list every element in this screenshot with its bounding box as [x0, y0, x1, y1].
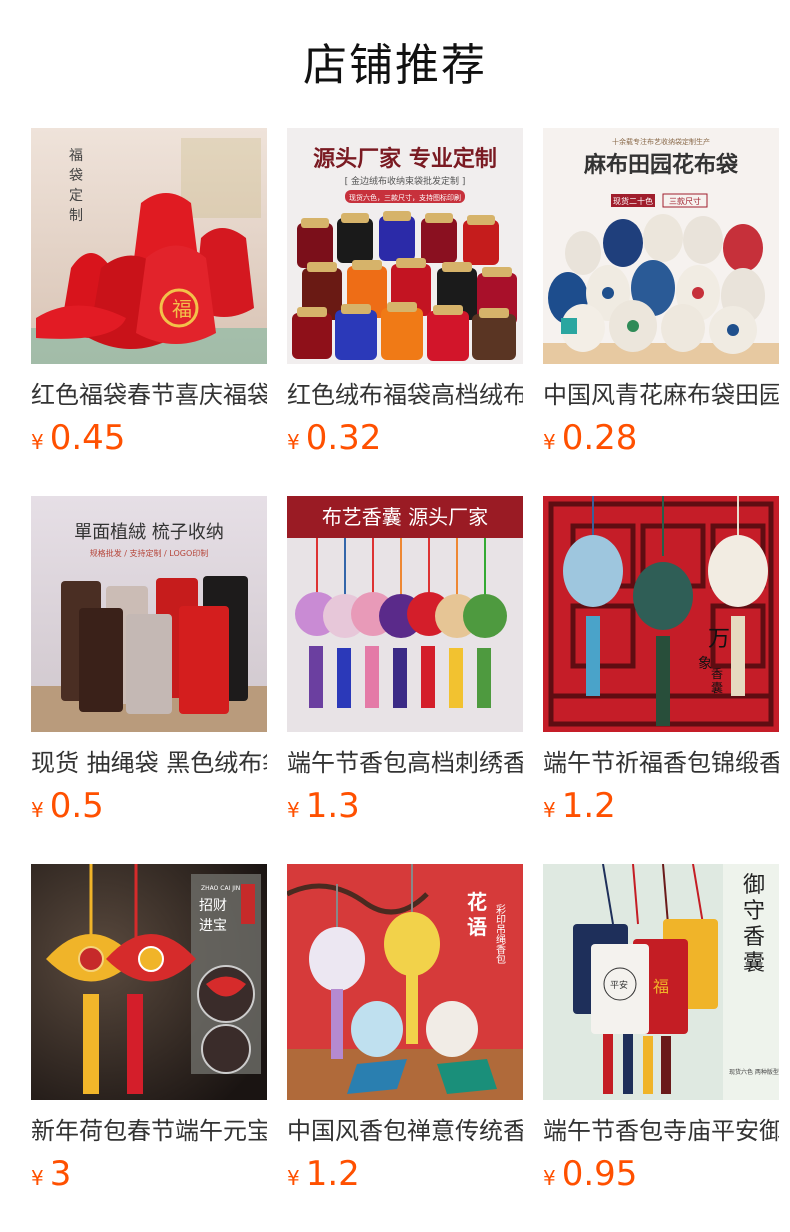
thumb-text: 福 — [172, 297, 192, 321]
thumb-text: 象 — [698, 656, 712, 672]
product-price: ¥1.3 — [287, 786, 523, 832]
thumb-text: 招财 — [199, 898, 227, 914]
product-name[interactable]: 中国风青花麻布袋田园风 — [543, 378, 779, 412]
price-value: 3 — [49, 1154, 72, 1194]
product-image[interactable]: 源头厂家 专业定制 [ 金边绒布收纳束袋批发定制 ] 现货六色，三款尺寸，支持图… — [287, 128, 523, 364]
product-image[interactable]: 十余载专注布艺收纳袋定制生产 麻布田园花布袋 现货二十色 三款尺寸 — [543, 128, 779, 364]
currency-symbol: ¥ — [287, 1166, 300, 1190]
thumb-text: 御 — [743, 873, 765, 898]
currency-symbol: ¥ — [287, 798, 300, 822]
product-card[interactable]: 平安 福 御 守 香 囊 现货六色 两种版型 端午节香包寺庙平安御守 ¥0.95 — [543, 864, 779, 1200]
thumb-text: [ 金边绒布收纳束袋批发定制 ] — [345, 175, 466, 187]
product-image[interactable]: 單面植絨 梳子收纳 规格批发 / 支持定制 / LOGO印制 — [31, 496, 267, 732]
thumb-text: 规格批发 / 支持定制 / LOGO印制 — [90, 548, 209, 558]
currency-symbol: ¥ — [31, 430, 44, 454]
product-name[interactable]: 新年荷包春节端午元宝香包 — [31, 1114, 267, 1148]
thumb-text: 十余载专注布艺收纳袋定制生产 — [612, 137, 710, 146]
product-name[interactable]: 端午节祈福香包锦缎香囊 — [543, 746, 779, 780]
thumb-text: 制 — [69, 208, 83, 224]
product-price: ¥1.2 — [287, 1154, 523, 1200]
price-value: 0.45 — [49, 418, 126, 458]
thumb-text: 袋 — [69, 168, 83, 184]
price-value: 1.3 — [305, 786, 360, 826]
currency-symbol: ¥ — [543, 1166, 556, 1190]
product-card[interactable]: 十余载专注布艺收纳袋定制生产 麻布田园花布袋 现货二十色 三款尺寸 中国风青花麻… — [543, 128, 779, 464]
product-price: ¥0.45 — [31, 418, 267, 464]
thumb-text: 花 — [467, 890, 487, 914]
product-price: ¥0.32 — [287, 418, 523, 464]
product-price: ¥0.5 — [31, 786, 267, 832]
product-card[interactable]: 万 象 香 囊 端午节祈福香包锦缎香囊 ¥1.2 — [543, 496, 779, 832]
thumb-text: 现货六色，三款尺寸，支持图标印刷 — [349, 193, 461, 202]
thumb-text: 囊 — [743, 951, 765, 976]
thumb-text: 定 — [69, 188, 83, 204]
thumb-text: 三款尺寸 — [669, 196, 701, 206]
currency-symbol: ¥ — [31, 798, 44, 822]
thumb-text: 进宝 — [199, 918, 227, 934]
thumb-text: 囊 — [711, 680, 723, 695]
product-name[interactable]: 中国风香包禅意传统香囊 — [287, 1114, 523, 1148]
price-value: 1.2 — [561, 786, 616, 826]
currency-symbol: ¥ — [543, 430, 556, 454]
price-value: 0.28 — [561, 418, 638, 458]
thumb-text: 香 — [743, 925, 765, 950]
thumb-text: 彩印吊绳香包 — [494, 904, 506, 964]
product-image[interactable]: ZHAO CAI JIN BAO 招财 进宝 — [31, 864, 267, 1100]
product-image[interactable]: 花 语 彩印吊绳香包 — [287, 864, 523, 1100]
thumb-text: 單面植絨 梳子收纳 — [74, 522, 224, 543]
thumb-text: 平安 — [610, 979, 628, 991]
product-name[interactable]: 端午节香包高档刺绣香囊 — [287, 746, 523, 780]
thumb-text: 现货六色 两种版型 — [729, 1068, 779, 1076]
product-card[interactable]: 福 袋 定 制 福 红色福袋春节喜庆福袋 ¥0.45 — [31, 128, 267, 464]
thumb-text: 万 — [708, 627, 730, 652]
thumb-text: 福 — [653, 977, 669, 996]
product-price: ¥3 — [31, 1154, 267, 1200]
product-price: ¥0.95 — [543, 1154, 779, 1200]
product-card[interactable]: 布艺香囊 源头厂家 端午节香包高档刺绣香 ¥ 1.3 — [287, 496, 523, 832]
product-image[interactable]: 布艺香囊 源头厂家 — [287, 496, 523, 732]
thumb-text: 麻布田园花布袋 — [583, 152, 739, 178]
thumb-text: 语 — [467, 915, 487, 939]
thumb-text: 香 — [711, 667, 723, 681]
page-title: 店铺推荐 — [303, 40, 487, 91]
product-card[interactable]: ZHAO CAI JIN BAO 招财 进宝 新年荷包春节端午元宝香包 ¥3 — [31, 864, 267, 1200]
product-card[interactable]: 單面植絨 梳子收纳 规格批发 / 支持定制 / LOGO印制 现货 抽绳袋 黑色… — [31, 496, 267, 832]
price-value: 0.5 — [49, 786, 104, 826]
product-image[interactable]: 福 袋 定 制 福 — [31, 128, 267, 364]
product-name[interactable]: 红色福袋春节喜庆福袋 — [31, 378, 267, 412]
product-name[interactable]: 红色绒布福袋高档绒布袋 — [287, 378, 523, 412]
thumb-text: 布艺香囊 源头厂家 — [322, 505, 488, 529]
currency-symbol: ¥ — [287, 430, 300, 454]
thumb-text: 现货二十色 — [613, 196, 653, 206]
product-price: ¥1.2 — [543, 786, 779, 832]
product-image[interactable]: 万 象 香 囊 — [543, 496, 779, 732]
product-image[interactable]: 平安 福 御 守 香 囊 现货六色 两种版型 — [543, 864, 779, 1100]
currency-symbol: ¥ — [543, 798, 556, 822]
price-value: 0.32 — [305, 418, 382, 458]
product-card[interactable]: 花 语 彩印吊绳香包 中国风香包禅意传统香囊 ¥1.2 — [287, 864, 523, 1200]
product-name[interactable]: 现货 抽绳袋 黑色绒布袋 — [31, 746, 267, 780]
thumb-text: 源头厂家 专业定制 — [313, 146, 497, 172]
product-name[interactable]: 端午节香包寺庙平安御守 — [543, 1114, 779, 1148]
product-card[interactable]: 源头厂家 专业定制 [ 金边绒布收纳束袋批发定制 ] 现货六色，三款尺寸，支持图… — [287, 128, 523, 464]
thumb-text: 福 — [69, 148, 83, 164]
price-value: 0.95 — [561, 1154, 638, 1194]
price-value: 1.2 — [305, 1154, 360, 1194]
currency-symbol: ¥ — [31, 1166, 44, 1190]
thumb-text: 守 — [743, 899, 765, 924]
product-price: ¥0.28 — [543, 418, 779, 464]
